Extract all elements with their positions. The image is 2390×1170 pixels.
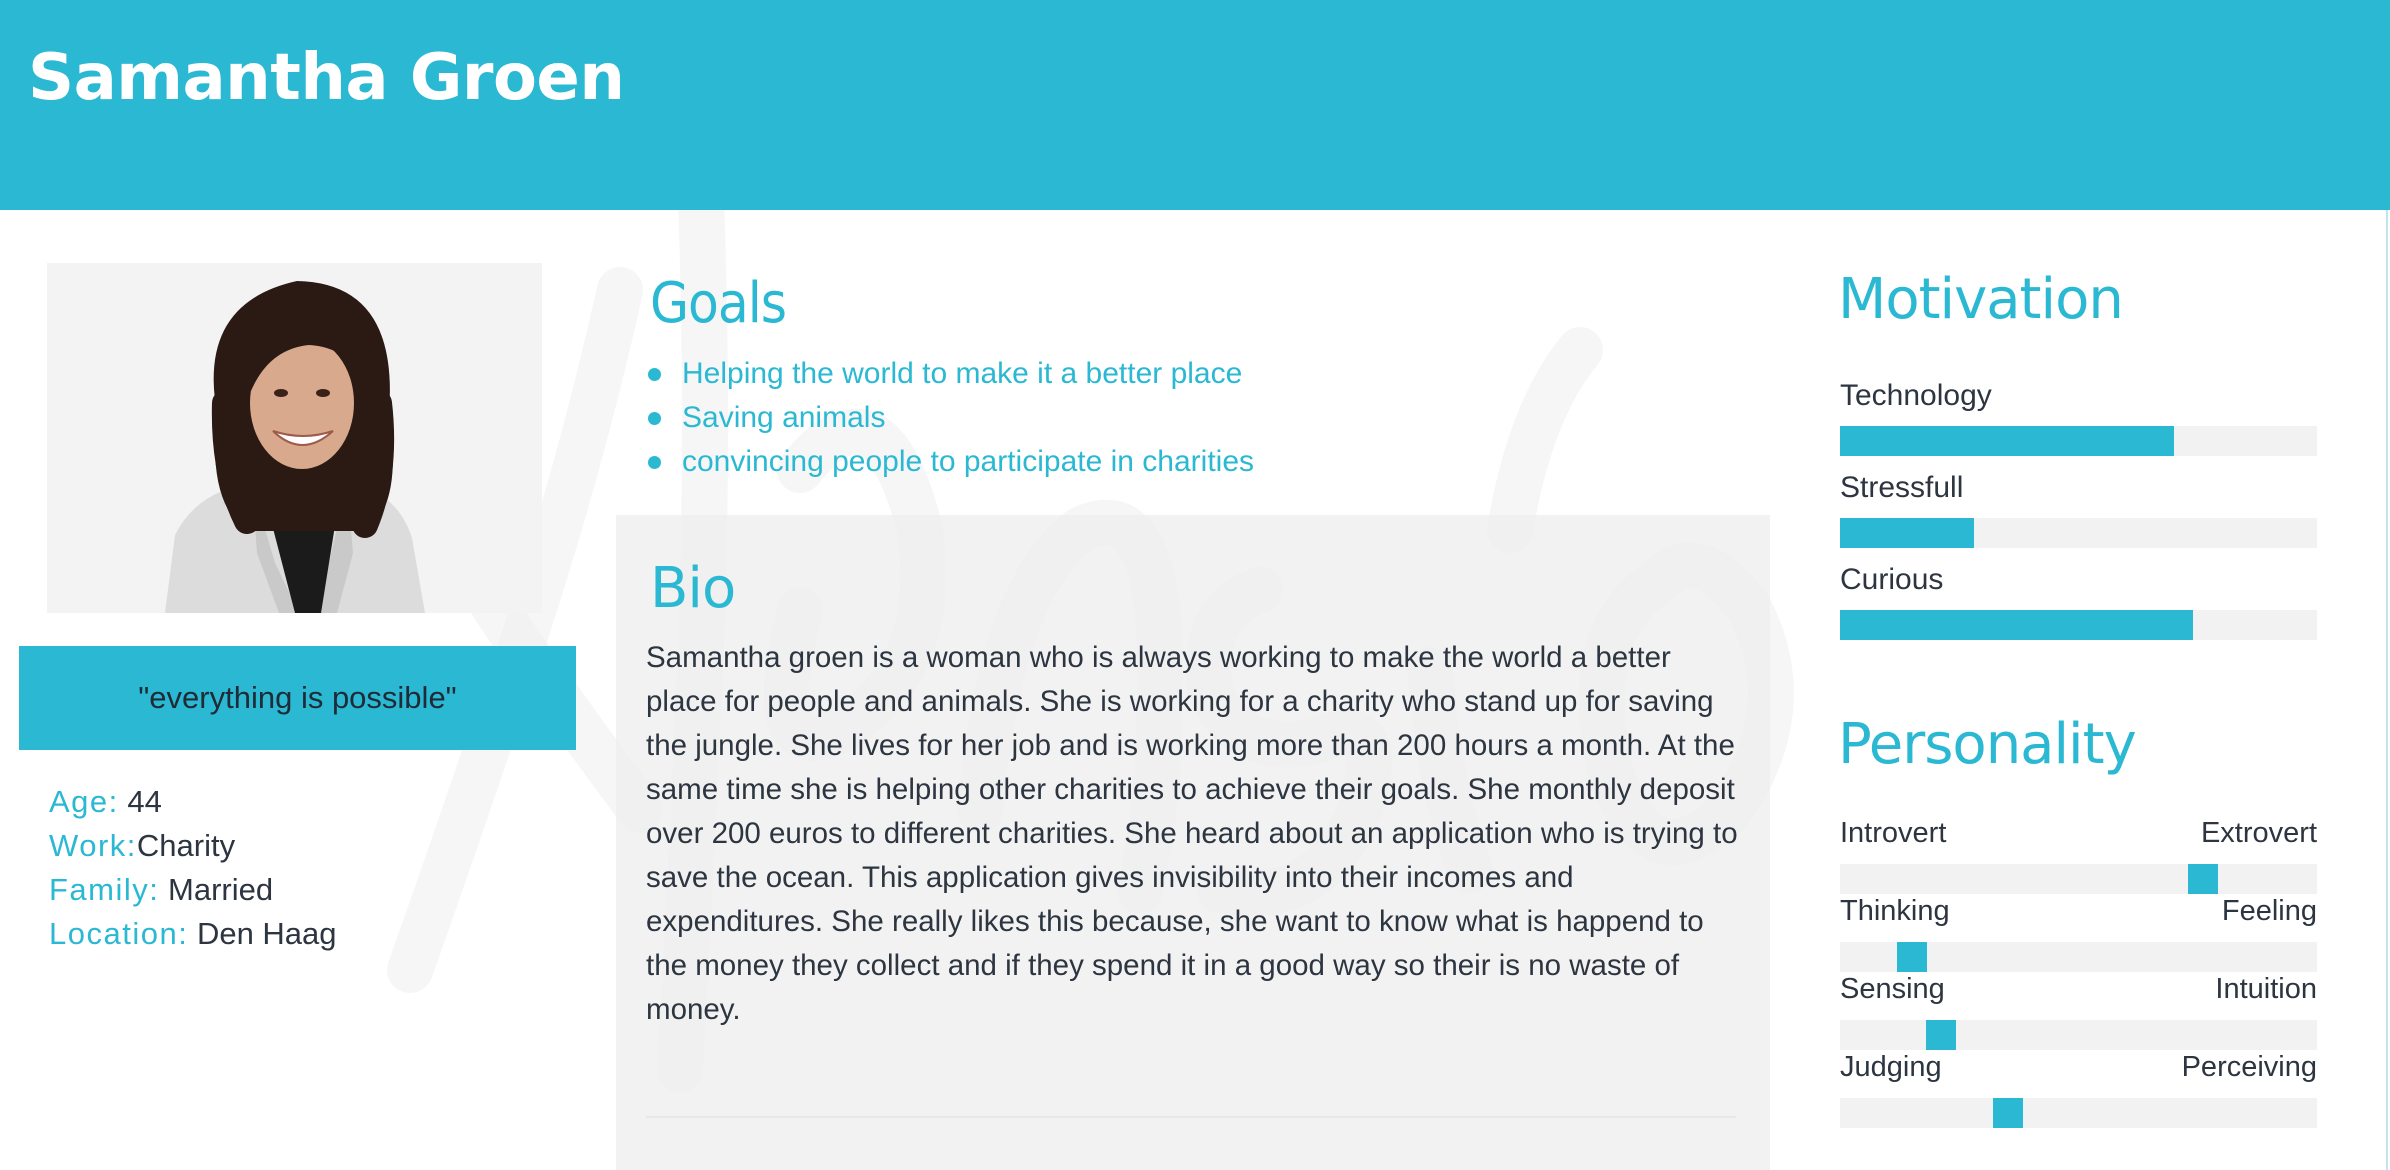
persona-facts: Age: 44 Work:Charity Family: Married Loc… xyxy=(49,780,569,956)
persona-photo xyxy=(47,263,542,613)
personality-track xyxy=(1840,1098,2317,1128)
goal-item: convincing people to participate in char… xyxy=(646,440,1746,484)
personality-marker xyxy=(1925,1020,1956,1050)
personality-thinking-feeling: Thinking Feeling xyxy=(1840,891,2317,972)
personality-introvert-extrovert: Introvert Extrovert xyxy=(1840,813,2317,894)
motivation-fill xyxy=(1840,610,2193,640)
goal-item: Saving animals xyxy=(646,396,1746,440)
personality-left-label: Sensing xyxy=(1840,973,1945,1005)
bio-heading: Bio xyxy=(650,556,736,621)
fact-value: Charity xyxy=(136,828,236,863)
motivation-track xyxy=(1840,610,2317,640)
personality-heading: Personality xyxy=(1838,712,2137,777)
portrait-illustration xyxy=(47,263,542,613)
persona-page: Samantha Groen "everything is possible" … xyxy=(0,0,2390,1170)
personality-track xyxy=(1840,864,2317,894)
bio-divider xyxy=(646,1116,1736,1118)
header-bar: Samantha Groen xyxy=(0,0,2390,210)
persona-quote: "everything is possible" xyxy=(19,646,576,750)
page-edge-divider xyxy=(2386,210,2388,1170)
personality-left-label: Introvert xyxy=(1840,817,1947,849)
personality-right-label: Intuition xyxy=(2215,973,2317,1005)
fact-label: Location: xyxy=(49,916,189,951)
fact-value: Married xyxy=(159,872,274,907)
personality-right-label: Feeling xyxy=(2221,895,2317,927)
fact-label: Age: xyxy=(49,784,119,819)
personality-sensing-intuition: Sensing Intuition xyxy=(1840,969,2317,1050)
motivation-fill xyxy=(1840,518,1974,548)
personality-marker xyxy=(1992,1098,2023,1128)
fact-label: Work: xyxy=(49,828,137,863)
personality-judging-perceiving: Judging Perceiving xyxy=(1840,1047,2317,1128)
personality-left-label: Judging xyxy=(1840,1051,1942,1083)
motivation-heading: Motivation xyxy=(1838,267,2124,332)
fact-work: Work:Charity xyxy=(49,824,569,868)
motivation-stressfull: Stressfull xyxy=(1840,468,2317,548)
bio-text: Samantha groen is a woman who is always … xyxy=(646,641,1738,1026)
fact-label: Family: xyxy=(49,872,160,907)
motivation-technology: Technology xyxy=(1840,376,2317,456)
personality-track xyxy=(1840,942,2317,972)
motivation-fill xyxy=(1840,426,2174,456)
personality-labels: Judging Perceiving xyxy=(1840,1047,2317,1087)
motivation-track xyxy=(1840,426,2317,456)
goals-list: Helping the world to make it a better pl… xyxy=(646,352,1746,484)
motivation-label: Curious xyxy=(1840,563,1944,596)
goals-heading: Goals xyxy=(650,271,787,336)
personality-right-label: Perceiving xyxy=(2181,1051,2317,1083)
motivation-label: Stressfull xyxy=(1840,471,1964,504)
fact-age: Age: 44 xyxy=(49,780,569,824)
motivation-curious: Curious xyxy=(1840,560,2317,640)
personality-left-label: Thinking xyxy=(1840,895,1950,927)
personality-labels: Sensing Intuition xyxy=(1840,969,2317,1009)
fact-value: Den Haag xyxy=(188,916,337,951)
motivation-track xyxy=(1840,518,2317,548)
personality-right-label: Extrovert xyxy=(2200,817,2317,849)
personality-marker xyxy=(1897,942,1928,972)
personality-labels: Introvert Extrovert xyxy=(1840,813,2317,853)
fact-value: 44 xyxy=(118,784,162,819)
personality-marker xyxy=(2188,864,2219,894)
personality-track xyxy=(1840,1020,2317,1050)
personality-labels: Thinking Feeling xyxy=(1840,891,2317,931)
motivation-label: Technology xyxy=(1840,379,1992,412)
fact-family: Family: Married xyxy=(49,868,569,912)
persona-name: Samantha Groen xyxy=(28,41,625,115)
goal-item: Helping the world to make it a better pl… xyxy=(646,352,1746,396)
fact-location: Location: Den Haag xyxy=(49,912,569,956)
